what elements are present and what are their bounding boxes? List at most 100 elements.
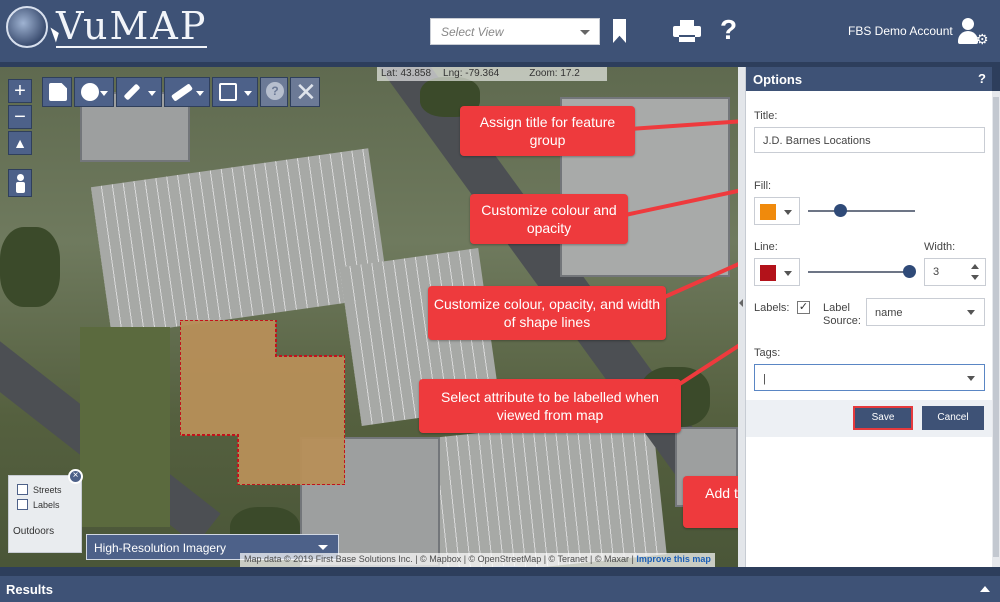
streets-toggle[interactable]: Streets [17, 484, 81, 495]
chevron-up-icon[interactable] [980, 586, 990, 592]
add-layer-button[interactable] [42, 77, 72, 107]
line-width-value: 3 [933, 266, 940, 278]
map-expand-tab[interactable] [494, 566, 518, 567]
width-label: Width: [924, 241, 956, 253]
pencil-icon [123, 83, 141, 101]
attribution-text: Map data © 2019 First Base Solutions Inc… [244, 554, 634, 564]
cancel-button[interactable]: Cancel [922, 406, 984, 430]
labels-checkbox[interactable] [17, 499, 28, 510]
print-icon[interactable] [673, 20, 701, 42]
chevron-up-icon[interactable] [971, 264, 979, 269]
chevron-down-icon [244, 91, 252, 96]
chevron-down-icon [784, 271, 792, 276]
zoom-out-button[interactable]: − [8, 105, 32, 129]
map-toolbar: ? ✕ [42, 77, 320, 107]
latitude: Lat: 43.858 [381, 68, 432, 79]
zoom-controls: + − ▲ [8, 79, 32, 157]
measure-button[interactable] [164, 77, 210, 107]
chevron-left-icon [739, 299, 743, 307]
streets-checkbox[interactable] [17, 484, 28, 495]
fill-opacity-slider[interactable] [808, 210, 915, 212]
results-title: Results [6, 582, 53, 597]
streets-label: Streets [33, 484, 62, 495]
save-button[interactable]: Save [853, 406, 913, 430]
fill-opacity-handle[interactable] [833, 204, 847, 217]
callout-line: Customize colour, opacity, and width of … [428, 286, 666, 340]
chevron-down-icon[interactable] [971, 275, 979, 280]
options-actions: Save Cancel [746, 400, 993, 437]
title-input[interactable]: J.D. Barnes Locations [754, 127, 985, 153]
callout-labels: Select attribute to be labelled when vie… [419, 379, 681, 433]
line-opacity-handle[interactable] [903, 265, 917, 278]
improve-map-link[interactable]: Improve this map [636, 554, 711, 564]
labels-label: Labels [33, 499, 60, 510]
layer-toggle-panel: Streets Labels Outdoors [8, 475, 82, 553]
options-panel: Options ? Title: J.D. Barnes Locations F… [745, 67, 993, 567]
selected-feature-outline [180, 320, 345, 485]
user-settings-icon[interactable]: ⚙ [958, 18, 989, 47]
zoom-in-button[interactable]: + [8, 79, 32, 103]
app-header: VuMAP Select View ? FBS Demo Account ⚙ [0, 0, 1000, 62]
compass-north-button[interactable]: ▲ [8, 131, 32, 155]
tags-input[interactable]: | [754, 364, 985, 391]
chevron-down-icon [318, 545, 328, 550]
close-icon[interactable]: × [68, 469, 83, 484]
panel-collapse-handle[interactable] [738, 67, 745, 567]
basemap-style-label[interactable]: Outdoors [13, 526, 54, 537]
help-icon[interactable]: ? [720, 14, 737, 46]
options-header: Options ? [746, 67, 992, 91]
chevron-down-icon [100, 91, 108, 96]
label-source-value: name [875, 307, 903, 319]
longitude: Lng: -79.364 [443, 68, 500, 79]
fill-color-swatch [760, 204, 776, 220]
help-icon[interactable]: ? [978, 71, 986, 86]
line-width-stepper[interactable]: 3 [924, 258, 986, 286]
logo-text: VuMAP [56, 4, 208, 48]
chevron-down-icon [967, 376, 975, 381]
label-source-select[interactable]: name [866, 298, 985, 326]
selection-box-icon [219, 83, 237, 101]
line-opacity-slider[interactable] [808, 271, 915, 273]
label-source-label: Label Source: [823, 302, 861, 327]
vumap-logo[interactable]: VuMAP [6, 4, 208, 48]
select-view-placeholder: Select View [441, 25, 504, 39]
draw-button[interactable] [116, 77, 162, 107]
chevron-down-icon [580, 30, 590, 35]
chevron-down-icon [967, 310, 975, 315]
title-label: Title: [754, 110, 778, 122]
chevron-down-icon [784, 210, 792, 215]
question-icon: ? [266, 82, 284, 100]
callout-fill: Customize colour and opacity [470, 194, 628, 244]
coordinate-readout: Lat: 43.858 Lng: -79.364 Zoom: 17.2 [377, 67, 607, 81]
results-bar[interactable]: Results [0, 576, 1000, 602]
options-title: Options [753, 72, 803, 87]
clear-button[interactable]: ✕ [290, 77, 320, 107]
account-name[interactable]: FBS Demo Account [848, 24, 953, 38]
street-view-button[interactable] [8, 169, 32, 197]
labels-label: Labels: [754, 302, 790, 314]
file-globe-icon [49, 83, 67, 101]
basemap-value: High-Resolution Imagery [94, 541, 227, 555]
line-color-picker[interactable] [754, 258, 800, 286]
labels-checkbox[interactable]: ✓ [797, 301, 810, 314]
options-scrollbar[interactable] [992, 91, 1000, 567]
tags-value: | [763, 373, 766, 385]
bookmark-icon[interactable] [613, 19, 626, 43]
fill-color-picker[interactable] [754, 197, 800, 225]
callout-title: Assign title for feature group [460, 106, 635, 156]
identify-button[interactable]: ? [260, 77, 288, 107]
tags-label: Tags: [754, 347, 781, 359]
fill-label: Fill: [754, 180, 772, 192]
ruler-icon [170, 83, 194, 102]
globe-logo-icon [6, 6, 48, 48]
scrollbar-thumb[interactable] [993, 97, 999, 557]
upload-button[interactable] [74, 77, 114, 107]
labels-toggle[interactable]: Labels [17, 499, 81, 510]
cloud-upload-icon [81, 83, 99, 101]
map-view[interactable]: Lat: 43.858 Lng: -79.364 Zoom: 17.2 + − … [0, 67, 738, 567]
zoom-level: Zoom: 17.2 [529, 68, 580, 79]
select-view-dropdown[interactable]: Select View [430, 18, 600, 45]
select-tool-button[interactable] [212, 77, 258, 107]
chevron-down-icon [148, 91, 156, 96]
tree-cluster [0, 227, 60, 307]
